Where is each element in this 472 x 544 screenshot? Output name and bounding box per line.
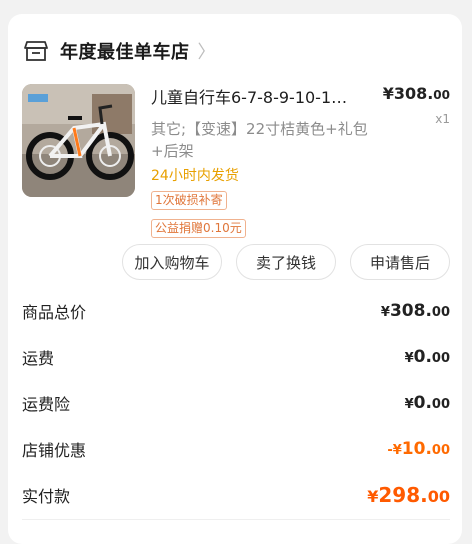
paid-value: ¥298.00 (367, 483, 450, 507)
divider (22, 519, 450, 520)
paid-label: 实付款 (22, 487, 71, 506)
service-tag-donation: 公益捐赠0.10元 (151, 219, 246, 238)
kids-bicycle-photo-icon (22, 84, 135, 197)
shipping-value: ¥0.00 (404, 347, 450, 367)
store-header[interactable]: 年度最佳单车店 〉 (24, 36, 216, 66)
store-discount-row: 店铺优惠 -¥10.00 (22, 434, 450, 464)
store-name[interactable]: 年度最佳单车店 (60, 38, 190, 64)
shipping-insurance-label: 运费险 (22, 395, 71, 414)
goods-total-label: 商品总价 (22, 303, 87, 322)
product-spec: 其它;【变速】22寸桔黄色+礼包+后架 (151, 120, 368, 160)
shipping-label: 运费 (22, 349, 55, 368)
chevron-right-icon[interactable]: 〉 (198, 38, 216, 64)
shipping-insurance-value: ¥0.00 (404, 393, 450, 413)
product-quantity: x1 (435, 112, 450, 126)
service-tag-damage: 1次破损补寄 (151, 191, 227, 210)
order-card: 年度最佳单车店 〉 儿童自行车6-7-8-9-10-1… ¥308.00 x1 … (8, 14, 462, 544)
product-title[interactable]: 儿童自行车6-7-8-9-10-1… (151, 84, 379, 108)
store-icon (24, 41, 48, 61)
shipping-promise: 24小时内发货 (151, 168, 239, 184)
product-image[interactable] (22, 84, 135, 197)
shipping-insurance-row: 运费险 ¥0.00 (22, 388, 450, 418)
goods-total-row: 商品总价 ¥308.00 (22, 296, 450, 326)
paid-row: 实付款 ¥298.00 (22, 480, 450, 510)
store-discount-value: -¥10.00 (387, 439, 450, 459)
store-discount-label: 店铺优惠 (22, 441, 87, 460)
resell-button[interactable]: 卖了换钱 (236, 244, 336, 280)
after-sale-button[interactable]: 申请售后 (350, 244, 450, 280)
goods-total-value: ¥308.00 (380, 301, 450, 321)
product-price: ¥308.00 (382, 84, 450, 103)
shipping-row: 运费 ¥0.00 (22, 342, 450, 372)
add-to-cart-button[interactable]: 加入购物车 (122, 244, 222, 280)
